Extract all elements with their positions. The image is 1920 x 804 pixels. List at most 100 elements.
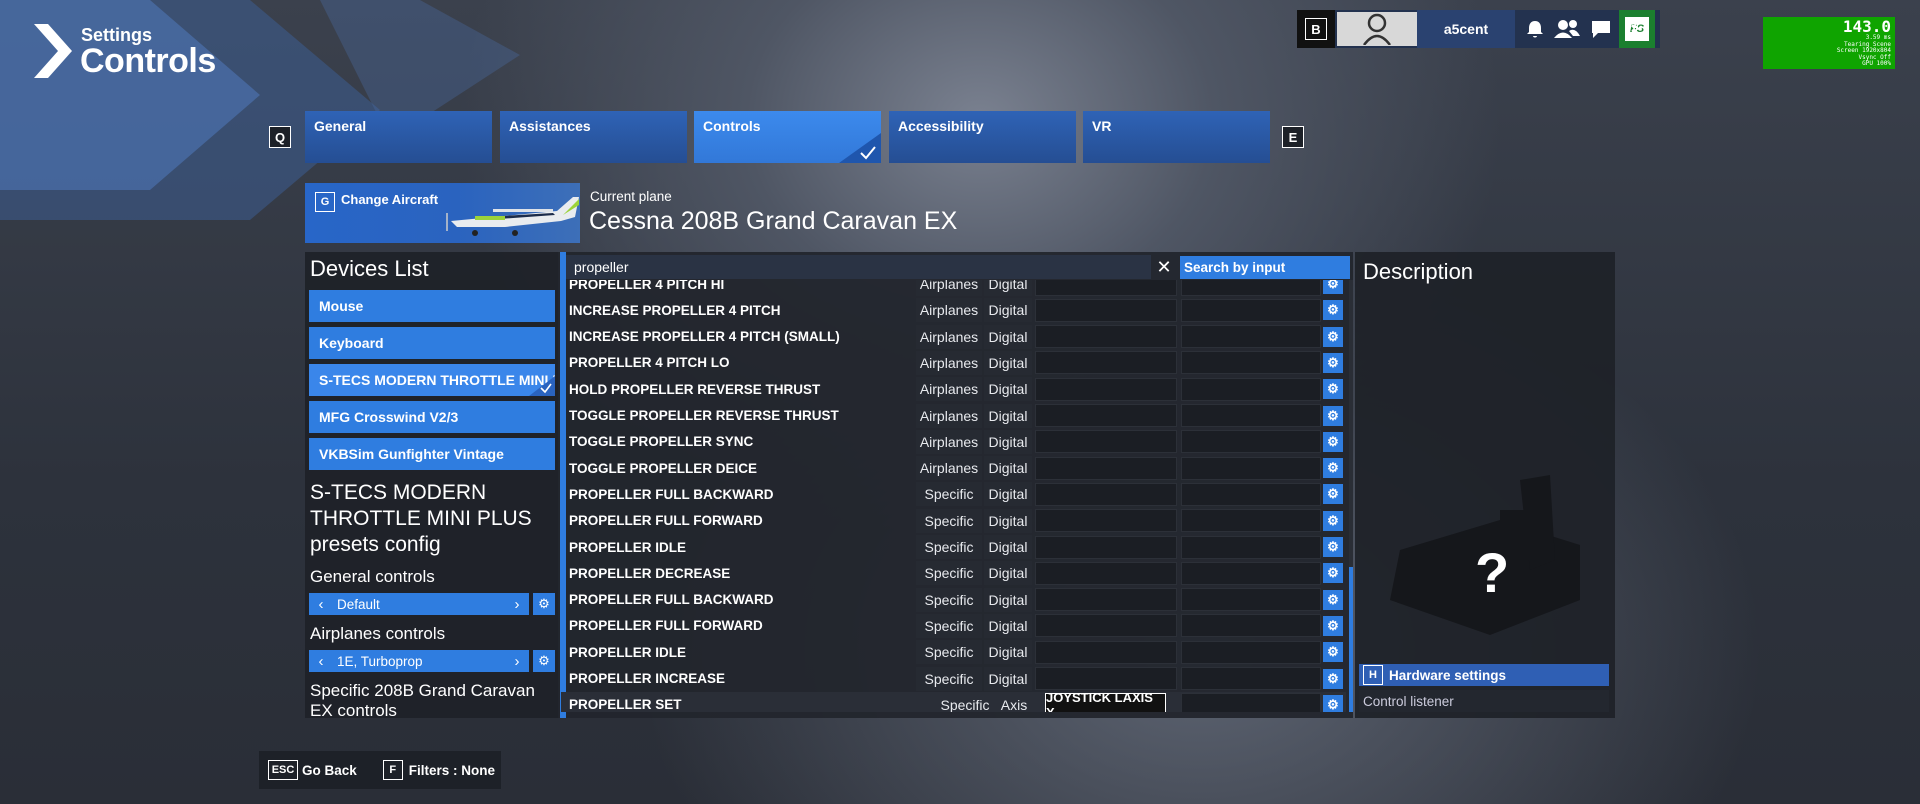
binding-row[interactable]: PROPELLER FULL BACKWARD Specific Digital ⚙ [561,481,1346,507]
filters-button[interactable]: F Filters : None [382,760,495,780]
avatar[interactable] [1337,12,1417,46]
binding-input-secondary[interactable] [1181,280,1321,296]
device-item-mouse[interactable]: Mouse [309,290,555,322]
go-back-button[interactable]: ESC Go Back [268,760,357,780]
binding-input-primary[interactable] [1035,280,1177,296]
binding-row[interactable]: INCREASE PROPELLER 4 PITCH (SMALL) Airpla… [561,324,1346,350]
binding-input-primary[interactable] [1035,482,1177,506]
device-item-throttle[interactable]: S-TECS MODERN THROTTLE MINI PLUS [309,364,555,396]
airplanes-controls-select[interactable]: ‹ 1E, Turboprop › [309,650,529,672]
settings-gear-icon[interactable]: ⚙ [1628,16,1652,43]
friends-icon[interactable] [1553,19,1581,39]
binding-input-primary[interactable] [1035,298,1177,322]
chevron-left-icon[interactable]: ‹ [309,653,333,670]
binding-row[interactable]: TOGGLE PROPELLER SYNC Airplanes Digital ⚙ [561,429,1346,455]
next-tab-key-hint[interactable]: E [1282,126,1304,148]
binding-settings-gear-icon[interactable]: ⚙ [1323,563,1343,584]
messages-icon[interactable] [1590,19,1612,39]
change-aircraft-button[interactable]: G Change Aircraft [305,183,580,243]
binding-input-secondary[interactable] [1181,614,1321,638]
binding-settings-gear-icon[interactable]: ⚙ [1323,431,1343,452]
binding-settings-gear-icon[interactable]: ⚙ [1323,589,1343,610]
device-item-gunfighter[interactable]: VKBSim Gunfighter Vintage [309,438,555,470]
binding-row[interactable]: TOGGLE PROPELLER DEICE Airplanes Digital ⚙ [561,455,1346,481]
binding-row[interactable]: PROPELLER INCREASE Specific Digital ⚙ [561,666,1346,692]
binding-input-secondary[interactable] [1181,298,1321,322]
binding-input-primary[interactable] [1035,377,1177,401]
binding-row[interactable]: PROPELLER IDLE Specific Digital ⚙ [561,534,1346,560]
binding-row[interactable]: PROPELLER SET Specific Axis JOYSTICK LAXIS … [561,690,1346,712]
binding-input-primary[interactable] [1035,456,1177,480]
binding-input-primary[interactable] [1035,561,1177,585]
binding-row[interactable]: PROPELLER FULL BACKWARD Specific Digital ⚙ [561,587,1346,613]
binding-settings-gear-icon[interactable]: ⚙ [1323,352,1343,373]
binding-settings-gear-icon[interactable]: ⚙ [1323,510,1343,531]
chevron-left-icon[interactable]: ‹ [309,596,333,613]
chevron-right-icon[interactable]: › [505,653,529,670]
binding-input-secondary[interactable] [1181,456,1321,480]
binding-input-primary[interactable] [1035,640,1177,664]
prev-tab-key-hint[interactable]: Q [269,126,291,148]
binding-input-secondary[interactable] [1181,640,1321,664]
binding-row[interactable]: PROPELLER FULL FORWARD Specific Digital ⚙ [561,613,1346,639]
binding-row[interactable]: PROPELLER IDLE Specific Digital ⚙ [561,639,1346,665]
binding-row[interactable]: PROPELLER FULL FORWARD Specific Digital ⚙ [561,508,1346,534]
binding-input-secondary[interactable] [1181,430,1321,454]
device-item-keyboard[interactable]: Keyboard [309,327,555,359]
binding-settings-gear-icon[interactable]: ⚙ [1323,280,1343,294]
binding-input-primary[interactable] [1035,535,1177,559]
binding-input-secondary[interactable] [1181,588,1321,612]
binding-row[interactable]: INCREASE PROPELLER 4 PITCH Airplanes Digit… [561,297,1346,323]
binding-input-secondary[interactable] [1181,482,1321,506]
tab-accessibility[interactable]: Accessibility [889,111,1076,163]
general-controls-select[interactable]: ‹ Default › [309,593,529,615]
username[interactable]: a5cent [1417,10,1515,48]
binding-input-secondary[interactable] [1181,509,1321,533]
binding-input-secondary[interactable] [1181,667,1321,690]
control-listener-button[interactable]: Control listener [1359,690,1609,712]
binding-input-secondary[interactable] [1181,561,1321,585]
binding-input-primary[interactable] [1035,667,1177,690]
clear-search-icon[interactable]: ✕ [1152,256,1176,278]
binding-settings-gear-icon[interactable]: ⚙ [1323,484,1343,505]
binding-settings-gear-icon[interactable]: ⚙ [1323,405,1343,426]
back-chevron-icon[interactable] [30,24,74,78]
binding-input-secondary[interactable] [1181,377,1321,401]
binding-input-primary[interactable] [1035,509,1177,533]
tab-controls[interactable]: Controls [694,111,881,163]
search-input[interactable]: propeller [566,255,1151,279]
binding-input-primary[interactable] [1035,325,1177,349]
general-controls-gear-icon[interactable]: ⚙ [533,593,555,615]
binding-row[interactable]: PROPELLER 4 PITCH LO Airplanes Digital ⚙ [561,350,1346,376]
binding-settings-gear-icon[interactable]: ⚙ [1323,615,1343,636]
bindings-scrollbar-thumb[interactable] [1349,567,1353,712]
tab-assistances[interactable]: Assistances [500,111,687,163]
binding-settings-gear-icon[interactable]: ⚙ [1323,537,1343,557]
tab-vr[interactable]: VR [1083,111,1270,163]
binding-input-secondary[interactable] [1181,351,1321,375]
binding-settings-gear-icon[interactable]: ⚙ [1323,379,1343,400]
binding-settings-gear-icon[interactable]: ⚙ [1323,694,1343,712]
binding-input-secondary[interactable] [1181,325,1321,349]
binding-input-primary[interactable] [1035,404,1177,427]
binding-row[interactable]: TOGGLE PROPELLER REVERSE THRUST Airplanes… [561,403,1346,429]
binding-settings-gear-icon[interactable]: ⚙ [1323,326,1343,347]
binding-settings-gear-icon[interactable]: ⚙ [1323,458,1343,479]
binding-row[interactable]: PROPELLER DECREASE Specific Digital ⚙ [561,560,1346,586]
binding-input-primary[interactable]: JOYSTICK LAXIS X [1045,690,1166,712]
binding-row[interactable]: HOLD PROPELLER REVERSE THRUST Airplanes Di… [561,376,1346,402]
binding-input-secondary[interactable] [1181,404,1321,427]
binding-input-secondary[interactable] [1181,693,1321,712]
binding-input-primary[interactable] [1035,614,1177,638]
notifications-bell-icon[interactable] [1525,19,1545,39]
chevron-right-icon[interactable]: › [505,596,529,613]
binding-input-secondary[interactable] [1181,535,1321,559]
binding-input-primary[interactable] [1035,430,1177,454]
binding-row[interactable]: PROPELLER 4 PITCH HI Airplanes Digital ⚙ [561,280,1346,297]
bindings-scrollbar[interactable] [1349,280,1353,712]
binding-settings-gear-icon[interactable]: ⚙ [1323,300,1343,321]
device-item-crosswind[interactable]: MFG Crosswind V2/3 [309,401,555,433]
airplanes-controls-gear-icon[interactable]: ⚙ [533,650,555,672]
binding-input-primary[interactable] [1035,351,1177,375]
hardware-settings-button[interactable]: H Hardware settings [1359,664,1609,686]
